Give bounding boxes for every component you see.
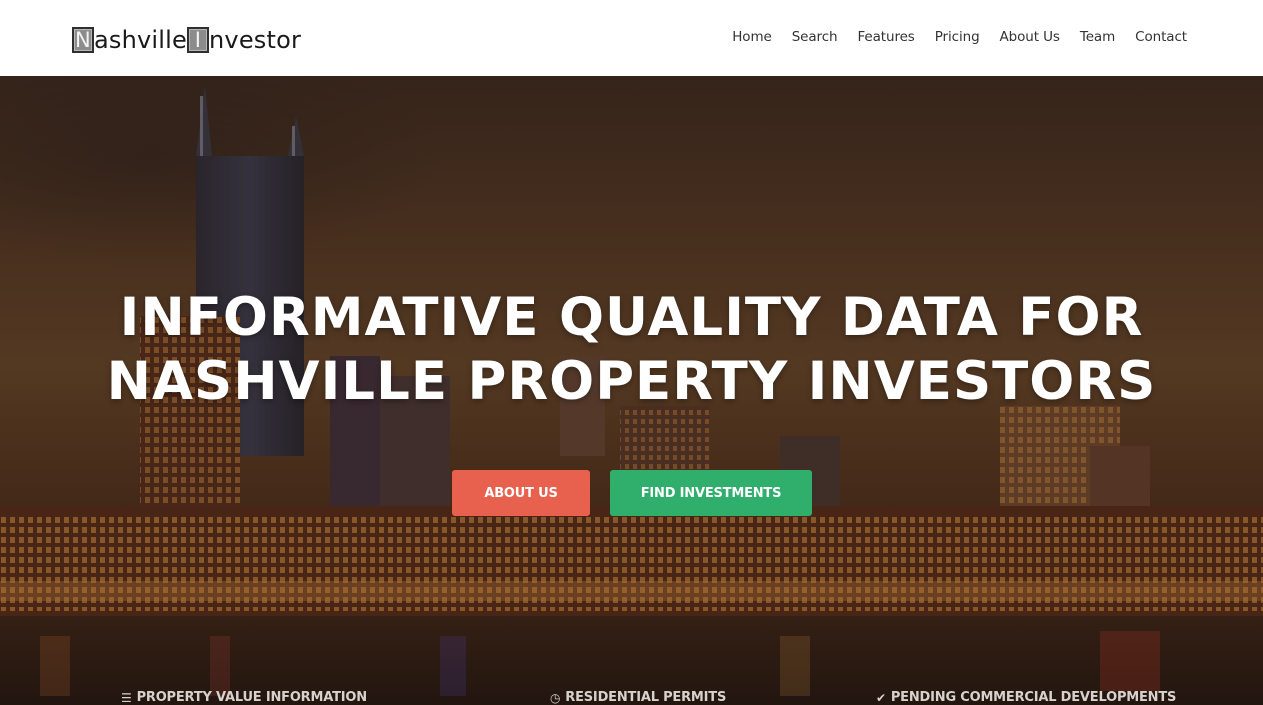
feature-label: RESIDENTIAL PERMITS xyxy=(565,690,727,705)
nav-team[interactable]: Team xyxy=(1080,29,1115,45)
site-header: N ashville I nvestor Home Search Feature… xyxy=(0,0,1263,76)
nav-home[interactable]: Home xyxy=(732,29,772,45)
nav-features[interactable]: Features xyxy=(857,29,914,45)
feature-residential-permits: ◷ RESIDENTIAL PERMITS xyxy=(550,690,726,705)
checkmark-icon: ✔ xyxy=(876,690,886,705)
feature-label: PROPERTY VALUE INFORMATION xyxy=(136,690,368,705)
logo-letter-n: N xyxy=(72,27,94,53)
hero-section: INFORMATIVE QUALITY DATA FOR NASHVILLE P… xyxy=(0,76,1263,705)
main-nav: Home Search Features Pricing About Us Te… xyxy=(732,29,1187,45)
find-investments-button[interactable]: FIND INVESTMENTS xyxy=(610,470,812,516)
logo-word-ashville: ashville xyxy=(94,26,187,54)
feature-label: PENDING COMMERCIAL DEVELOPMENTS xyxy=(890,690,1177,705)
nav-pricing[interactable]: Pricing xyxy=(935,29,980,45)
nav-about-us[interactable]: About Us xyxy=(1000,29,1060,45)
nav-contact[interactable]: Contact xyxy=(1135,29,1187,45)
hero-headline: INFORMATIVE QUALITY DATA FOR NASHVILLE P… xyxy=(0,286,1263,414)
logo-letter-i: I xyxy=(187,27,209,53)
list-icon: ☰ xyxy=(121,690,132,705)
hero-headline-line-1: INFORMATIVE QUALITY DATA FOR xyxy=(119,287,1144,348)
feature-strip: ☰ PROPERTY VALUE INFORMATION ◷ RESIDENTI… xyxy=(0,690,1263,705)
feature-property-value: ☰ PROPERTY VALUE INFORMATION xyxy=(121,690,367,705)
clock-icon: ◷ xyxy=(550,690,561,705)
brand-logo[interactable]: N ashville I nvestor xyxy=(72,26,301,54)
logo-word-nvestor: nvestor xyxy=(209,26,302,54)
hero-headline-line-2: NASHVILLE PROPERTY INVESTORS xyxy=(106,351,1157,412)
about-us-button[interactable]: ABOUT US xyxy=(452,470,590,516)
nav-search[interactable]: Search xyxy=(792,29,838,45)
feature-commercial-developments: ✔ PENDING COMMERCIAL DEVELOPMENTS xyxy=(876,690,1176,705)
